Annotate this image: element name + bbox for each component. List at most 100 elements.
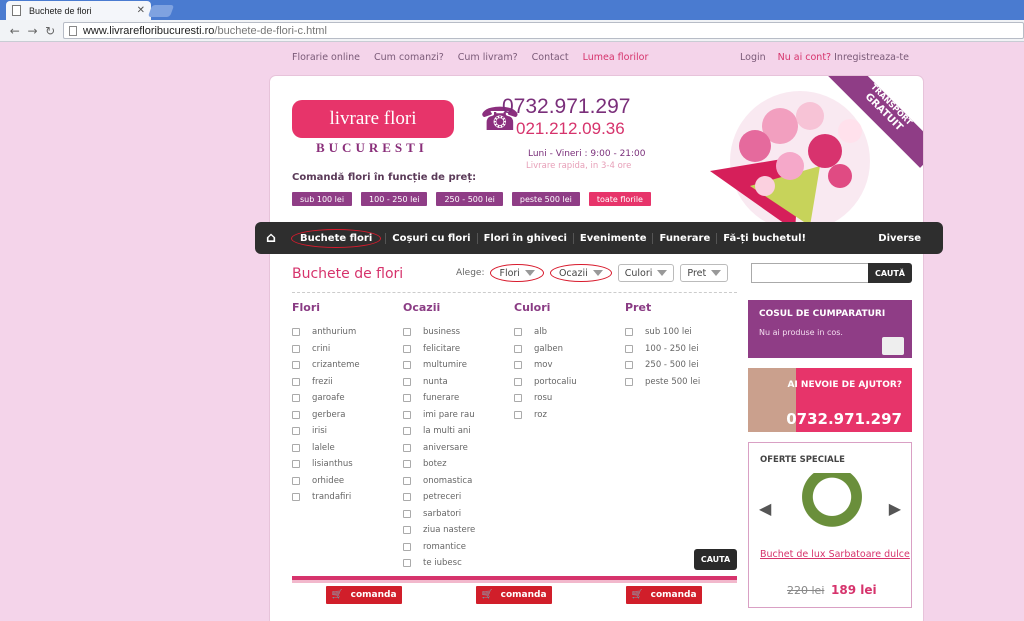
checkbox-item[interactable]: crizanteme [292, 357, 360, 374]
nav-evenimente[interactable]: Evenimente [572, 232, 653, 244]
checkbox[interactable] [625, 377, 633, 386]
checkbox[interactable] [292, 328, 300, 337]
nav-flori-in-ghiveci[interactable]: Flori în ghiveci [476, 232, 573, 244]
checkbox[interactable] [292, 427, 300, 436]
arrow-right-icon[interactable]: ▶ [889, 499, 901, 518]
topnav-lumea-florilor[interactable]: Lumea florilor [583, 52, 649, 63]
checkbox-item[interactable]: 250 - 500 lei [625, 357, 700, 374]
checkbox[interactable] [403, 493, 411, 502]
flori-select[interactable]: Flori [490, 264, 544, 282]
checkbox-item[interactable]: galben [514, 341, 577, 358]
nav-diverse[interactable]: Diverse [878, 233, 943, 244]
checkbox-item[interactable]: peste 500 lei [625, 374, 700, 391]
topnav-cum-comanzi[interactable]: Cum comanzi? [374, 52, 444, 63]
checkbox[interactable] [514, 328, 522, 337]
nav-funerare[interactable]: Funerare [652, 232, 716, 244]
checkbox[interactable] [292, 344, 300, 353]
checkbox-item[interactable]: onomastica [403, 473, 475, 490]
checkbox-item[interactable]: sub 100 lei [625, 324, 700, 341]
checkbox-item[interactable]: orhidee [292, 473, 360, 490]
comanda-button[interactable]: 🛒 comanda [626, 586, 702, 604]
topnav-cum-livram[interactable]: Cum livram? [458, 52, 518, 63]
checkbox-item[interactable]: botez [403, 456, 475, 473]
checkbox-item[interactable]: la multi ani [403, 423, 475, 440]
checkbox[interactable] [514, 344, 522, 353]
checkbox[interactable] [292, 493, 300, 502]
checkbox[interactable] [514, 394, 522, 403]
checkbox[interactable] [292, 476, 300, 485]
comanda-button[interactable]: 🛒 comanda [476, 586, 552, 604]
url-input[interactable]: www.livrarefloribucuresti.ro/buchete-de-… [62, 22, 1024, 39]
comanda-button[interactable]: 🛒 comanda [326, 586, 402, 604]
checkbox-item[interactable]: garoafe [292, 390, 360, 407]
price-100-250-button[interactable]: 100 - 250 lei [361, 192, 428, 206]
checkbox-item[interactable]: trandafiri [292, 489, 360, 506]
close-icon[interactable]: ✕ [137, 5, 145, 16]
checkbox[interactable] [403, 559, 411, 568]
checkbox-item[interactable]: sarbatori [403, 506, 475, 523]
nav-cosuri-cu-flori[interactable]: Coșuri cu flori [385, 232, 476, 244]
checkbox[interactable] [514, 410, 522, 419]
price-peste-500-button[interactable]: peste 500 lei [511, 192, 580, 206]
checkbox-item[interactable]: lalele [292, 440, 360, 457]
price-sub-100-button[interactable]: sub 100 lei [292, 192, 353, 206]
offer-product-link[interactable]: Buchet de lux Sarbatoare dulce [760, 549, 910, 560]
checkbox-item[interactable]: rosu [514, 390, 577, 407]
checkbox-item[interactable]: te iubesc [403, 555, 475, 572]
checkbox[interactable] [403, 410, 411, 419]
register-link[interactable]: Inregistreaza-te [834, 52, 909, 63]
checkbox[interactable] [292, 361, 300, 370]
browser-tab[interactable]: Buchete de flori ✕ [6, 1, 151, 20]
checkbox[interactable] [403, 460, 411, 469]
checkbox[interactable] [625, 361, 633, 370]
nav-fa-ti-buchetul[interactable]: Fă-ți buchetul! [716, 232, 812, 244]
ocazii-select[interactable]: Ocazii [549, 264, 612, 282]
checkbox-item[interactable]: gerbera [292, 407, 360, 424]
checkbox[interactable] [514, 361, 522, 370]
back-icon[interactable]: ← [6, 24, 24, 38]
checkbox[interactable] [403, 476, 411, 485]
checkbox-item[interactable]: frezii [292, 374, 360, 391]
checkbox-item[interactable]: alb [514, 324, 577, 341]
forward-icon[interactable]: → [24, 24, 42, 38]
logo[interactable]: livrare flori [292, 100, 454, 138]
checkbox-item[interactable]: roz [514, 407, 577, 424]
checkbox-item[interactable]: ziua nastere [403, 522, 475, 539]
topnav-contact[interactable]: Contact [532, 52, 569, 63]
checkbox-item[interactable]: aniversare [403, 440, 475, 457]
pret-select[interactable]: Pret [680, 264, 729, 282]
checkbox[interactable] [403, 509, 411, 518]
checkbox[interactable] [403, 328, 411, 337]
checkbox[interactable] [292, 394, 300, 403]
checkbox[interactable] [625, 328, 633, 337]
checkbox[interactable] [625, 344, 633, 353]
checkbox[interactable] [403, 542, 411, 551]
checkbox-item[interactable]: petreceri [403, 489, 475, 506]
checkbox-item[interactable]: imi pare rau [403, 407, 475, 424]
checkbox[interactable] [292, 460, 300, 469]
checkbox-item[interactable]: lisianthus [292, 456, 360, 473]
arrow-left-icon[interactable]: ◀ [759, 499, 771, 518]
checkbox-item[interactable]: business [403, 324, 475, 341]
checkbox[interactable] [403, 361, 411, 370]
checkbox-item[interactable]: multumire [403, 357, 475, 374]
checkbox[interactable] [403, 394, 411, 403]
login-link[interactable]: Login [740, 52, 766, 63]
topnav-florarie[interactable]: Florarie online [292, 52, 360, 63]
checkbox[interactable] [292, 377, 300, 386]
shopping-cart-box[interactable]: COSUL DE CUMPARATURI Nu ai produse in co… [748, 300, 912, 358]
checkbox[interactable] [403, 344, 411, 353]
checkbox-item[interactable]: anthurium [292, 324, 360, 341]
checkbox[interactable] [403, 443, 411, 452]
checkbox-item[interactable]: mov [514, 357, 577, 374]
price-all-button[interactable]: toate florile [588, 192, 651, 206]
checkbox-item[interactable]: romantice [403, 539, 475, 556]
checkbox-item[interactable]: 100 - 250 lei [625, 341, 700, 358]
nav-buchete-flori[interactable]: Buchete flori [291, 228, 382, 248]
checkbox[interactable] [403, 526, 411, 535]
search-input[interactable] [751, 263, 870, 283]
checkbox-item[interactable]: funerare [403, 390, 475, 407]
culori-select[interactable]: Culori [617, 264, 675, 282]
checkbox-item[interactable]: crini [292, 341, 360, 358]
price-250-500-button[interactable]: 250 - 500 lei [436, 192, 503, 206]
